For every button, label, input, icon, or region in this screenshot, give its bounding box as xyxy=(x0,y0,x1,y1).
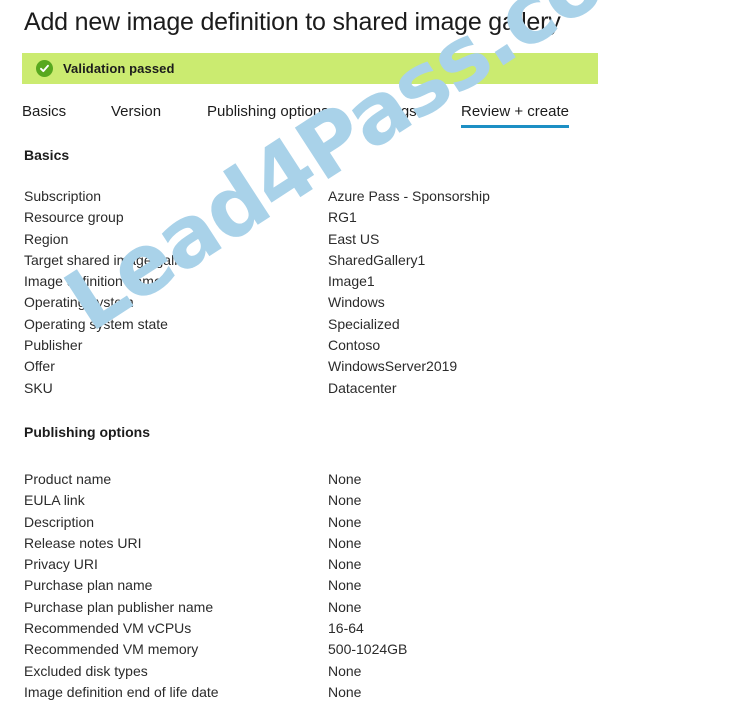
summary-row: Region East US xyxy=(24,229,604,250)
summary-row-value: RG1 xyxy=(328,209,357,226)
section-heading-basics: Basics xyxy=(24,147,70,163)
summary-row-value: SharedGallery1 xyxy=(328,251,426,268)
summary-row: Subscription Azure Pass - Sponsorship xyxy=(24,186,604,207)
publishing-options-summary-table: Product name None EULA link None Description… xyxy=(24,469,604,703)
summary-row-label: Recommended VM vCPUs xyxy=(24,620,192,637)
summary-row-label: Excluded disk types xyxy=(24,662,148,679)
summary-row-value: Azure Pass - Sponsorship xyxy=(328,188,490,204)
summary-row-label: Recommended VM memory xyxy=(24,641,199,658)
summary-row-value: None xyxy=(328,598,362,615)
tab-publishing-options[interactable]: Publishing options xyxy=(207,103,329,128)
validation-message: Validation passed xyxy=(63,61,175,76)
summary-row: Purchase plan publisher name None xyxy=(24,597,604,618)
summary-row-label: Publisher xyxy=(24,337,83,354)
summary-row: Resource group RG1 xyxy=(24,207,604,228)
summary-row-value: None xyxy=(328,513,362,530)
summary-row-value: Datacenter xyxy=(328,379,397,396)
summary-row-label: Offer xyxy=(24,358,55,375)
check-circle-icon xyxy=(36,60,53,77)
summary-row-value: None xyxy=(328,534,362,551)
summary-row-value: None xyxy=(328,492,362,509)
summary-row-label: Subscription xyxy=(24,188,102,204)
basics-summary-table: Subscription Azure Pass - Sponsorship Reso… xyxy=(24,186,604,399)
summary-row-value: 16-64 xyxy=(328,620,364,637)
summary-row: Target shared image gallery SharedGallery… xyxy=(24,250,604,271)
summary-row-label: Target shared image gallery xyxy=(24,251,197,268)
summary-row: EULA link None xyxy=(24,490,604,511)
summary-row-label: Operating system state xyxy=(24,315,168,332)
summary-row: Release notes URI None xyxy=(24,533,604,554)
summary-row: Offer WindowsServer2019 xyxy=(24,356,604,377)
summary-row-value: None xyxy=(328,577,362,594)
tab-basics[interactable]: Basics xyxy=(22,103,66,128)
active-tab-underline xyxy=(461,125,569,128)
summary-row-value: None xyxy=(328,471,362,487)
summary-row: Recommended VM vCPUs 16-64 xyxy=(24,618,604,639)
tab-tags[interactable]: Tags xyxy=(385,103,417,128)
summary-row-label: Region xyxy=(24,230,69,247)
tab-bar: Basics Version Publishing options Tags Revie… xyxy=(22,103,622,135)
summary-row-label: Privacy URI xyxy=(24,556,98,573)
summary-row-value: Contoso xyxy=(328,337,381,354)
summary-row: Image definition name Image1 xyxy=(24,271,604,292)
summary-row: Image definition end of life date None xyxy=(24,682,604,703)
summary-row-label: Image definition name xyxy=(24,273,162,290)
tab-label: Review + create xyxy=(461,103,569,120)
tab-label: Publishing options xyxy=(207,103,329,120)
summary-row-label: Image definition end of life date xyxy=(24,683,219,700)
review-create-page: Add new image definition to shared image… xyxy=(0,0,735,716)
summary-row-value: Windows xyxy=(328,294,385,311)
summary-row: Purchase plan name None xyxy=(24,575,604,596)
summary-row-value: East US xyxy=(328,230,380,247)
summary-row-value: WindowsServer2019 xyxy=(328,358,458,375)
tab-label: Basics xyxy=(22,103,67,120)
summary-row-value: None xyxy=(328,683,362,700)
summary-row-label: Purchase plan name xyxy=(24,577,153,594)
summary-row-label: Purchase plan publisher name xyxy=(24,598,214,615)
summary-row-label: Resource group xyxy=(24,209,124,226)
validation-banner: Validation passed xyxy=(22,53,598,84)
summary-row: Description None xyxy=(24,512,604,533)
summary-row-value: Image1 xyxy=(328,273,375,290)
summary-row-label: Description xyxy=(24,513,95,530)
summary-row-label: Operating system xyxy=(24,294,134,311)
summary-row-value: Specialized xyxy=(328,315,400,332)
page-title: Add new image definition to shared image… xyxy=(24,8,561,36)
summary-row-label: Release notes URI xyxy=(24,534,142,551)
tab-review-create[interactable]: Review + create xyxy=(461,103,569,128)
summary-row: Operating system Windows xyxy=(24,292,604,313)
summary-row: SKU Datacenter xyxy=(24,378,604,399)
summary-row: Recommended VM memory 500-1024GB xyxy=(24,639,604,660)
tab-label: Tags xyxy=(385,103,417,120)
summary-row: Excluded disk types None xyxy=(24,661,604,682)
summary-row-label: Product name xyxy=(24,471,112,487)
summary-row: Operating system state Specialized xyxy=(24,314,604,335)
summary-row: Product name None xyxy=(24,469,604,490)
summary-row-value: 500-1024GB xyxy=(328,641,408,658)
tab-version[interactable]: Version xyxy=(111,103,161,128)
summary-row: Publisher Contoso xyxy=(24,335,604,356)
tab-label: Version xyxy=(111,103,162,120)
section-heading-publishing: Publishing options xyxy=(24,424,150,440)
summary-row-value: None xyxy=(328,556,362,573)
summary-row-value: None xyxy=(328,662,362,679)
summary-row-label: EULA link xyxy=(24,492,85,509)
summary-row-label: SKU xyxy=(24,379,53,396)
summary-row: Privacy URI None xyxy=(24,554,604,575)
